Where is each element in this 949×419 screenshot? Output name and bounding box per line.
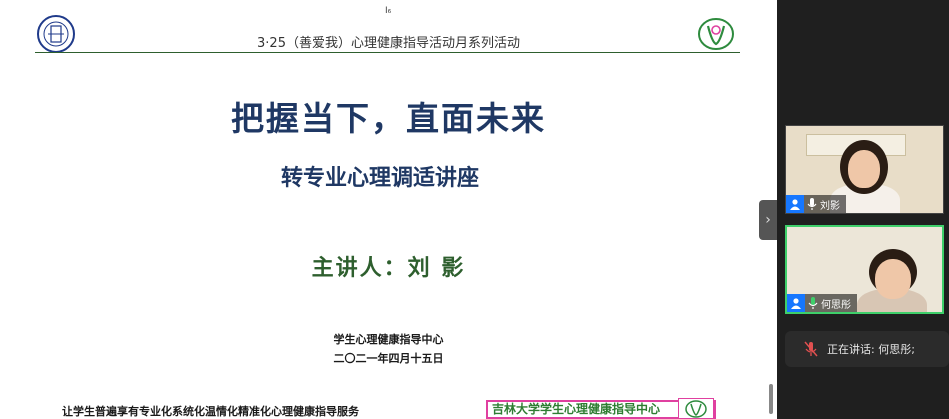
slide-subtitle: 转专业心理调适讲座 [280, 166, 479, 191]
mic-icon [804, 195, 820, 213]
participant-face [848, 150, 880, 188]
slide-organization: 学生心理健康指导中心 [333, 333, 444, 346]
participant-name: 刘影 [820, 200, 840, 212]
mic-active-icon [805, 294, 821, 312]
speaking-indicator-text: 正在讲话: 何思彤; [827, 343, 915, 356]
user-icon [787, 294, 805, 312]
slide-title: 把握当下，直面未来 [231, 99, 546, 138]
slide-date: 二〇二一年四月十五日 [333, 352, 444, 365]
user-icon [786, 195, 804, 213]
footer-logo-icon [678, 398, 714, 419]
participant-face [875, 259, 911, 299]
slide-footer-slogan: 让学生普遍享有专业化系统化温情化精准化心理健康指导服务 [62, 405, 359, 418]
collapse-panel-button[interactable]: › [759, 200, 777, 240]
slide-speaker: 主讲人：刘 影 [311, 256, 466, 281]
participant-name: 何思彤 [821, 299, 851, 311]
speaking-indicator: 正在讲话: 何思彤; [785, 331, 949, 367]
participant-label: 刘影 [786, 195, 846, 213]
header-divider [35, 52, 740, 53]
mic-muted-icon [804, 341, 818, 357]
participant-video-tile-active[interactable]: 何思彤 [785, 225, 944, 314]
text-cursor-marker: I₆ [385, 6, 392, 16]
participant-video-tile[interactable]: 刘影 [785, 125, 944, 214]
shared-slide: I₆ 3·25（善爱我）心理健康指导活动月系列活动 把握当下，直面未来 转专业心… [0, 0, 777, 419]
participant-label: 何思彤 [787, 294, 857, 312]
psychology-center-logo-icon [698, 18, 734, 50]
slide-header: 3·25（善爱我）心理健康指导活动月系列活动 [257, 36, 520, 51]
slide-scrollbar[interactable] [769, 384, 773, 414]
meeting-window: I₆ 3·25（善爱我）心理健康指导活动月系列活动 把握当下，直面未来 转专业心… [0, 0, 949, 419]
